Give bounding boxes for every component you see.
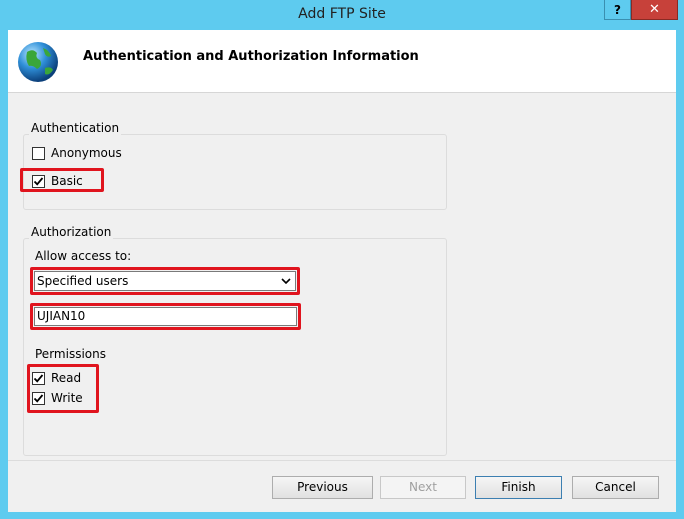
checkmark-icon xyxy=(33,394,44,403)
cancel-button[interactable]: Cancel xyxy=(572,476,659,499)
read-checkbox[interactable] xyxy=(32,372,45,385)
window-title: Add FTP Site xyxy=(298,6,386,22)
title-bar: Add FTP Site ? ✕ xyxy=(0,0,684,30)
anonymous-checkbox[interactable] xyxy=(32,147,45,160)
finish-button[interactable]: Finish xyxy=(475,476,562,499)
anonymous-label: Anonymous xyxy=(51,146,122,160)
close-button[interactable]: ✕ xyxy=(631,0,678,20)
allow-access-dropdown[interactable]: Specified users xyxy=(34,271,296,291)
page-title: Authentication and Authorization Informa… xyxy=(83,49,419,64)
permissions-label: Permissions xyxy=(35,347,106,361)
allow-access-label: Allow access to: xyxy=(35,249,132,263)
authorization-group-label: Authorization xyxy=(29,225,114,239)
specified-users-value: UJIAN10 xyxy=(37,309,86,323)
help-button[interactable]: ? xyxy=(604,0,631,20)
checkmark-icon xyxy=(33,177,44,186)
button-bar: Previous Next Finish Cancel xyxy=(8,460,676,513)
next-button[interactable]: Next xyxy=(380,476,466,499)
specified-users-input[interactable]: UJIAN10 xyxy=(34,307,297,326)
wizard-header: Authentication and Authorization Informa… xyxy=(8,30,676,93)
basic-label: Basic xyxy=(51,174,83,188)
chevron-down-icon xyxy=(281,278,291,284)
write-checkbox[interactable] xyxy=(32,392,45,405)
allow-access-value: Specified users xyxy=(37,274,129,288)
previous-button[interactable]: Previous xyxy=(272,476,373,499)
globe-icon xyxy=(18,42,58,82)
write-label: Write xyxy=(51,391,83,405)
dialog-body: Authentication and Authorization Informa… xyxy=(8,30,676,512)
read-label: Read xyxy=(51,371,82,385)
authentication-group-label: Authentication xyxy=(29,121,122,135)
checkmark-icon xyxy=(33,374,44,383)
basic-checkbox[interactable] xyxy=(32,175,45,188)
